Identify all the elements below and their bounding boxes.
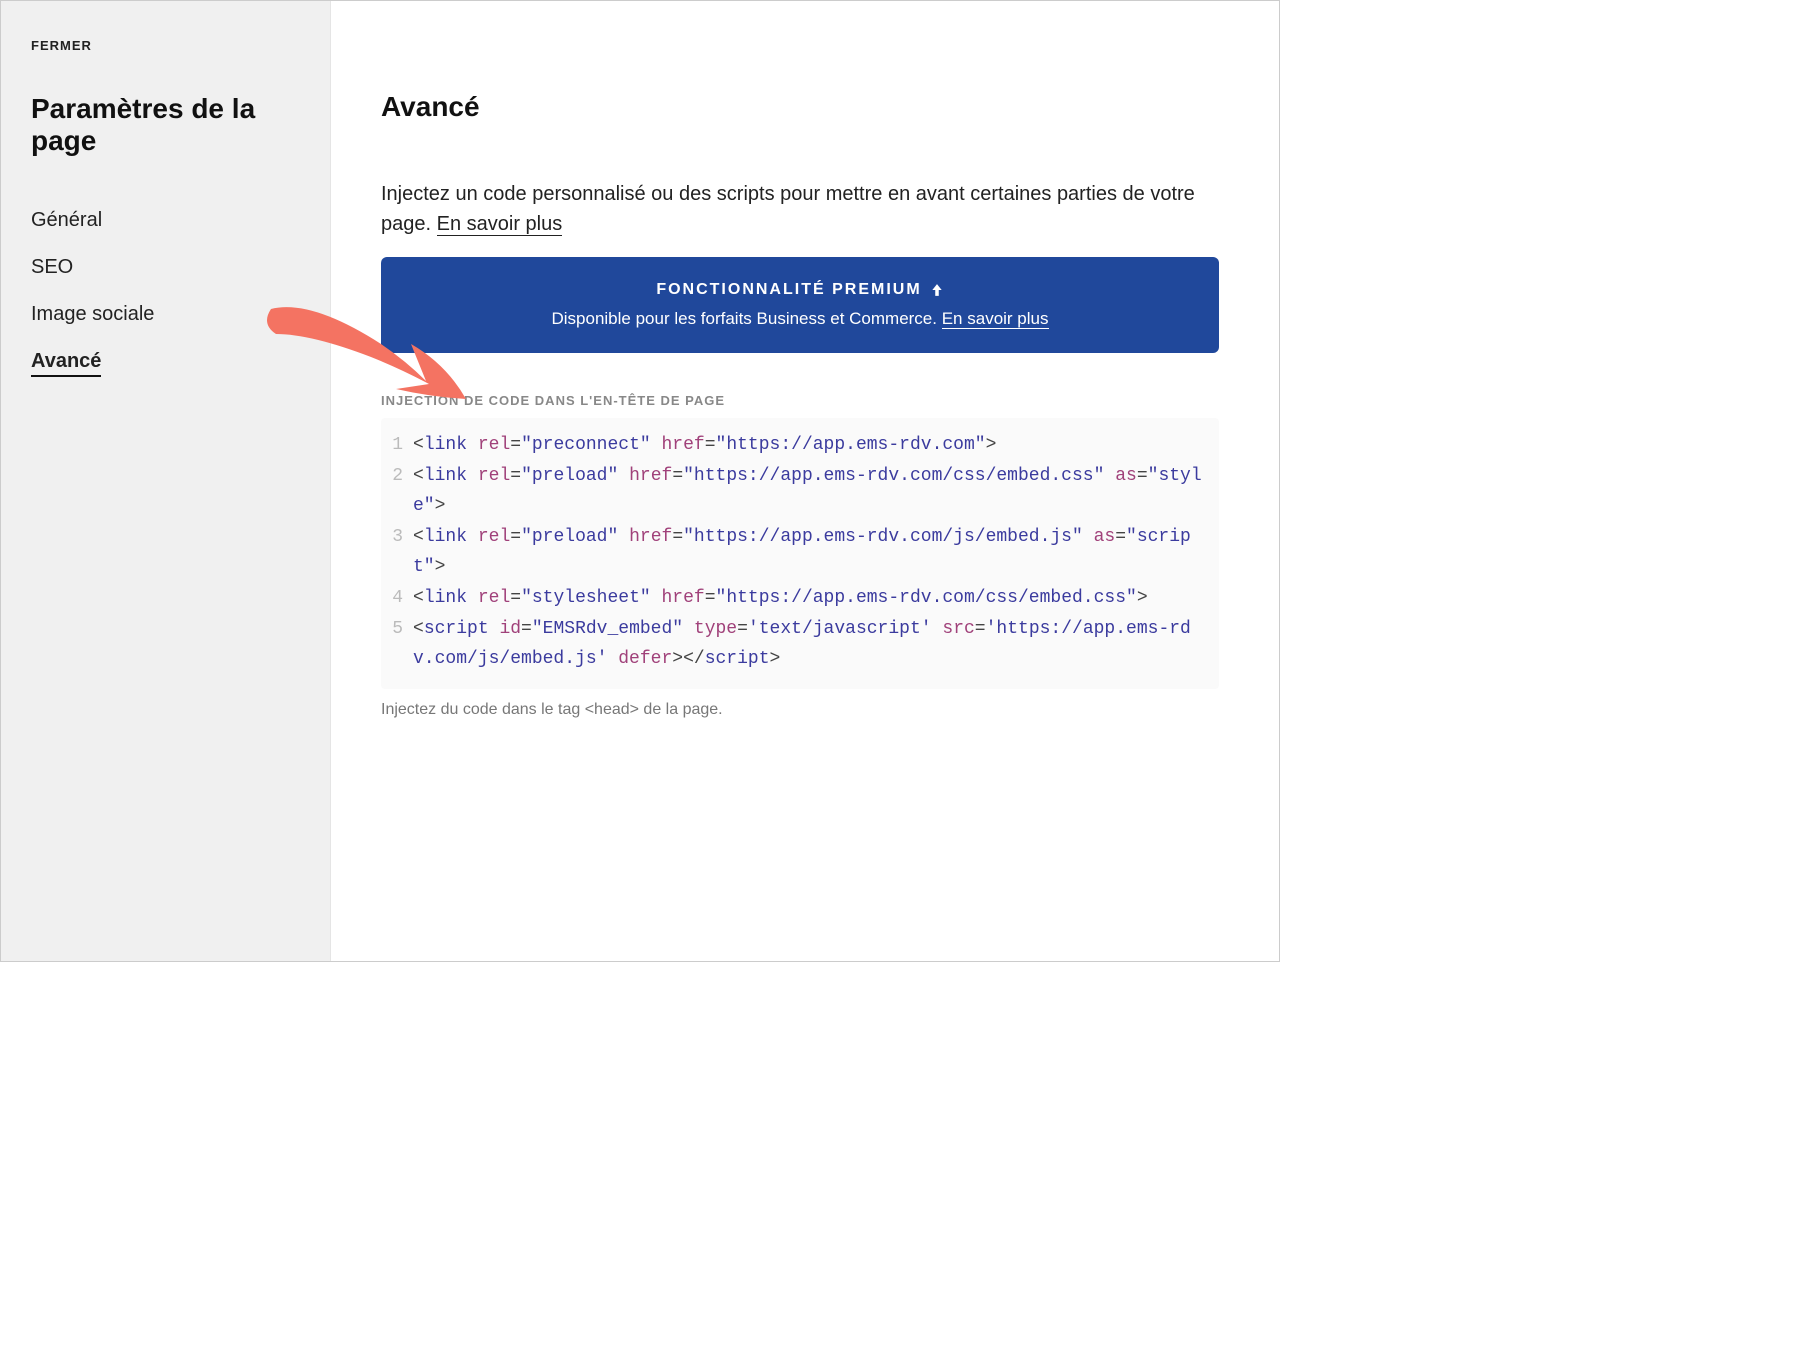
premium-sub-text: Disponible pour les forfaits Business et…: [551, 309, 941, 328]
code-line[interactable]: 4<link rel="stylesheet" href="https://ap…: [391, 583, 1209, 614]
nav-item-general[interactable]: Général: [31, 209, 102, 232]
premium-title: FONCTIONNALITÉ PREMIUM: [656, 281, 943, 299]
code-injection-label: INJECTION DE CODE DANS L'EN-TÊTE DE PAGE: [381, 393, 1219, 408]
learn-more-link[interactable]: En savoir plus: [437, 213, 563, 236]
intro-text: Injectez un code personnalisé ou des scr…: [381, 179, 1219, 239]
premium-title-text: FONCTIONNALITÉ PREMIUM: [656, 281, 921, 299]
code-line[interactable]: 2<link rel="preload" href="https://app.e…: [391, 461, 1209, 522]
line-number: 3: [391, 522, 413, 583]
main-content: Avancé Injectez un code personnalisé ou …: [331, 1, 1279, 961]
code-content[interactable]: <link rel="preconnect" href="https://app…: [413, 430, 1209, 461]
page-title: Avancé: [381, 91, 1219, 123]
line-number: 4: [391, 583, 413, 614]
code-line[interactable]: 1<link rel="preconnect" href="https://ap…: [391, 430, 1209, 461]
premium-banner: FONCTIONNALITÉ PREMIUM Disponible pour l…: [381, 257, 1219, 353]
code-line[interactable]: 3<link rel="preload" href="https://app.e…: [391, 522, 1209, 583]
nav-item-advanced[interactable]: Avancé: [31, 350, 101, 377]
line-number: 5: [391, 614, 413, 675]
line-number: 1: [391, 430, 413, 461]
nav-item-social-image[interactable]: Image sociale: [31, 303, 154, 326]
code-line[interactable]: 5<script id="EMSRdv_embed" type='text/ja…: [391, 614, 1209, 675]
premium-subtitle: Disponible pour les forfaits Business et…: [401, 309, 1199, 329]
sidebar-title: Paramètres de la page: [31, 93, 300, 157]
code-content[interactable]: <script id="EMSRdv_embed" type='text/jav…: [413, 614, 1209, 675]
premium-learn-more-link[interactable]: En savoir plus: [942, 309, 1049, 329]
code-editor[interactable]: 1<link rel="preconnect" href="https://ap…: [381, 418, 1219, 689]
code-content[interactable]: <link rel="stylesheet" href="https://app…: [413, 583, 1209, 614]
helper-text: Injectez du code dans le tag <head> de l…: [381, 701, 1219, 719]
code-content[interactable]: <link rel="preload" href="https://app.em…: [413, 522, 1209, 583]
close-button[interactable]: FERMER: [31, 38, 92, 53]
upgrade-icon: [930, 283, 944, 297]
line-number: 2: [391, 461, 413, 522]
nav-item-seo[interactable]: SEO: [31, 256, 73, 279]
sidebar: FERMER Paramètres de la page Général SEO…: [1, 1, 331, 961]
code-content[interactable]: <link rel="preload" href="https://app.em…: [413, 461, 1209, 522]
